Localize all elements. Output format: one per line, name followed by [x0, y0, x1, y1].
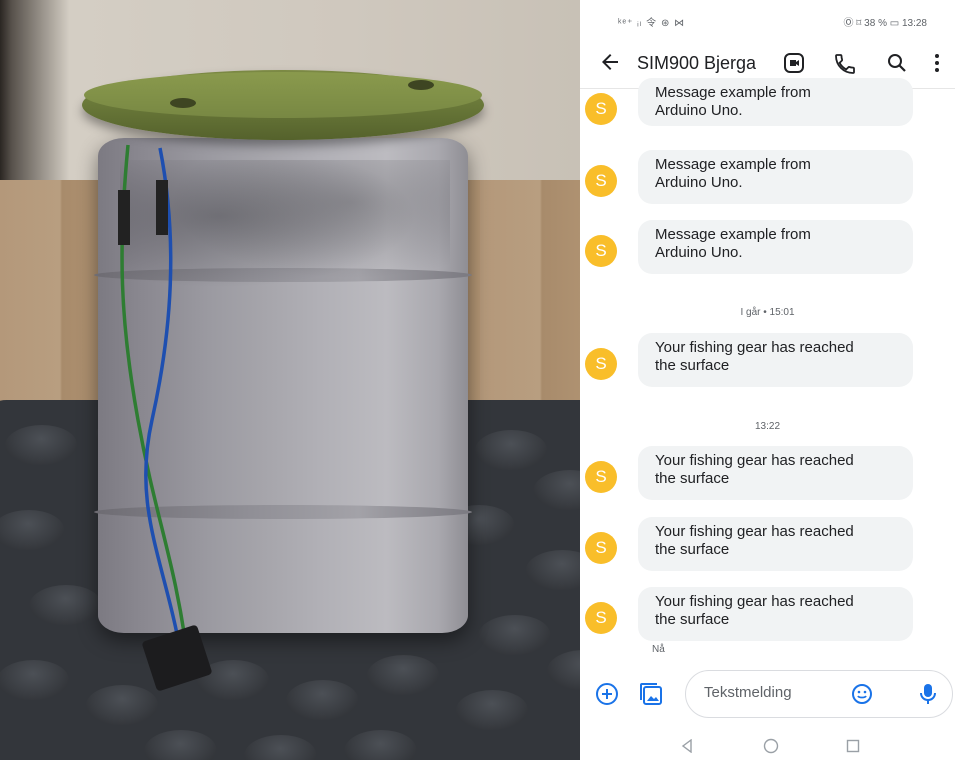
- message-text: the surface: [655, 611, 730, 628]
- status-left: ᵏᵉ⁺ ᵢₗ 令 ⊛ ⋈: [618, 18, 686, 29]
- more-icon[interactable]: [932, 51, 942, 75]
- emoji-icon[interactable]: [851, 683, 873, 705]
- search-icon[interactable]: [885, 51, 909, 75]
- back-arrow-icon[interactable]: [598, 50, 622, 74]
- status-right: Ⓞ ⌑ 38 % ▭ 13:28: [843, 18, 927, 29]
- phone-icon[interactable]: [833, 52, 857, 76]
- message-item[interactable]: S Your fishing gear has reached the surf…: [580, 587, 955, 641]
- message-item[interactable]: S Message example from Arduino Uno.: [580, 220, 955, 274]
- message-text: Message example from: [655, 84, 811, 101]
- message-text: Your fishing gear has reached: [655, 523, 854, 540]
- nav-recent-icon[interactable]: [846, 739, 860, 753]
- avatar: S: [585, 165, 617, 197]
- messages-screen: ᵏᵉ⁺ ᵢₗ 令 ⊛ ⋈ Ⓞ ⌑ 38 % ▭ 13:28 SIM900 Bje…: [580, 0, 955, 760]
- message-bubble: Your fishing gear has reached the surfac…: [638, 587, 913, 641]
- system-nav-bar: [580, 725, 955, 760]
- video-call-icon[interactable]: [783, 52, 805, 74]
- message-bubble: Message example from Arduino Uno.: [638, 220, 913, 274]
- message-text: the surface: [655, 357, 730, 374]
- message-item[interactable]: S Message example from Arduino Uno.: [580, 150, 955, 204]
- nav-home-icon[interactable]: [763, 738, 779, 754]
- avatar: S: [585, 235, 617, 267]
- date-divider: I går • 15:01: [740, 307, 795, 318]
- date-divider: 13:22: [754, 421, 781, 432]
- message-item[interactable]: S Your fishing gear has reached the surf…: [580, 517, 955, 571]
- message-text: Message example from: [655, 156, 811, 173]
- message-bubble: Your fishing gear has reached the surfac…: [638, 446, 913, 500]
- avatar: S: [585, 348, 617, 380]
- message-item[interactable]: S Message example from Arduino Uno.: [580, 78, 955, 136]
- message-bubble: Your fishing gear has reached the surfac…: [638, 333, 913, 387]
- message-bubble: Message example from Arduino Uno.: [638, 78, 913, 126]
- nav-back-icon[interactable]: [680, 738, 694, 754]
- composer: [580, 668, 955, 720]
- delivery-status: Nå: [652, 644, 665, 655]
- gallery-icon[interactable]: [638, 681, 664, 707]
- status-bar: ᵏᵉ⁺ ᵢₗ 令 ⊛ ⋈ Ⓞ ⌑ 38 % ▭ 13:28: [580, 0, 955, 40]
- message-text: Message example from: [655, 226, 811, 243]
- add-icon[interactable]: [595, 682, 619, 706]
- message-list: S Message example from Arduino Uno. S Me…: [580, 78, 955, 660]
- message-bubble: Your fishing gear has reached the surfac…: [638, 517, 913, 571]
- message-text: Arduino Uno.: [655, 174, 743, 191]
- message-input-field[interactable]: [685, 670, 953, 718]
- avatar: S: [585, 602, 617, 634]
- microphone-icon[interactable]: [917, 682, 939, 706]
- avatar: S: [585, 532, 617, 564]
- message-input[interactable]: [702, 683, 856, 702]
- conversation-title: SIM900 Bjerga: [637, 53, 757, 73]
- message-text: Arduino Uno.: [655, 102, 743, 119]
- avatar: S: [585, 93, 617, 125]
- message-item[interactable]: S Your fishing gear has reached the surf…: [580, 446, 955, 500]
- message-text: Your fishing gear has reached: [655, 593, 854, 610]
- message-text: the surface: [655, 470, 730, 487]
- message-text: the surface: [655, 541, 730, 558]
- message-bubble: Message example from Arduino Uno.: [638, 150, 913, 204]
- avatar: S: [585, 461, 617, 493]
- message-text: Arduino Uno.: [655, 244, 743, 261]
- photo-wires: [118, 144, 190, 661]
- message-item[interactable]: S Your fishing gear has reached the surf…: [580, 333, 955, 387]
- message-text: Your fishing gear has reached: [655, 452, 854, 469]
- message-text: Your fishing gear has reached: [655, 339, 854, 356]
- device-photo: [0, 0, 580, 760]
